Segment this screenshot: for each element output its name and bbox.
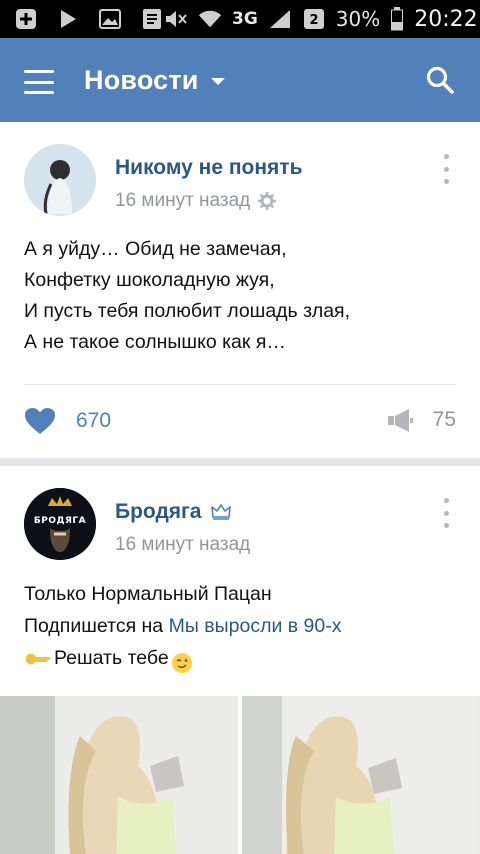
clock: 20:22 <box>414 6 478 32</box>
menu-icon[interactable] <box>24 66 62 94</box>
svg-text:2: 2 <box>309 13 318 28</box>
post-line: Подпишется на Мы выросли в 90-х <box>24 610 464 642</box>
post-line-text: Решать тебе <box>54 647 169 669</box>
like-button[interactable]: 670 <box>24 407 111 435</box>
post-text: А я уйду… Обид не замечая, Конфетку шоко… <box>24 234 464 358</box>
author-name: Никому не понять <box>115 156 303 179</box>
plus-icon <box>14 8 38 30</box>
post-line: А я уйду… Обид не замечая, <box>24 238 287 260</box>
heart-icon <box>24 407 56 435</box>
post-card: Никому не понять 16 минут назад А я уйду… <box>0 122 480 458</box>
gear-icon <box>258 192 277 210</box>
post-author[interactable]: Бродяга <box>115 500 232 524</box>
search-icon[interactable] <box>422 62 458 98</box>
author-name: Бродяга <box>115 500 202 523</box>
post-line: А не такое солнышко как я… <box>24 331 286 353</box>
more-options-icon[interactable] <box>436 498 456 528</box>
share-button[interactable]: 75 <box>387 407 456 433</box>
post-line: Только Нормальный Пацан <box>24 583 272 605</box>
signal-icon <box>268 8 292 30</box>
section-selector[interactable]: Новости <box>84 65 225 96</box>
status-bar: 3G 2 30% 20:22 <box>0 0 480 38</box>
crown-icon <box>211 503 232 521</box>
post-photos <box>0 696 480 854</box>
document-icon <box>140 8 164 30</box>
post-line: И пусть тебя полюбит лошадь злая, <box>24 300 351 322</box>
time-label: 16 минут назад <box>115 534 251 555</box>
sim-icon: 2 <box>302 8 326 30</box>
mute-icon <box>164 8 188 30</box>
post-time: 16 минут назад <box>115 534 250 556</box>
time-label: 16 минут назад <box>115 190 251 211</box>
more-options-icon[interactable] <box>436 154 456 184</box>
wink-emoji-icon <box>171 652 193 674</box>
pointing-hand-icon <box>24 649 52 667</box>
post-line: Конфетку шоколадную жуя, <box>24 269 275 291</box>
caret-down-icon <box>210 77 225 85</box>
battery-icon <box>390 7 404 31</box>
network-type: 3G <box>232 9 258 29</box>
likes-count: 670 <box>76 409 112 432</box>
post-time: 16 минут назад <box>115 190 277 212</box>
megaphone-icon <box>387 407 415 433</box>
play-icon <box>56 8 80 30</box>
image-icon <box>98 8 122 30</box>
wifi-icon <box>198 8 222 30</box>
post-photo[interactable] <box>242 696 480 854</box>
avatar-text: БРОДЯГА <box>33 516 87 526</box>
app-bar: Новости <box>0 38 480 122</box>
post-line: Решать тебе <box>24 642 464 674</box>
post-photo[interactable] <box>0 696 238 854</box>
avatar[interactable]: БРОДЯГА <box>24 488 96 560</box>
post-card: БРОДЯГА Бродяга 16 минут назад Только Но… <box>0 466 480 854</box>
post-text: Только Нормальный Пацан Подпишется на Мы… <box>24 578 464 674</box>
page-title: Новости <box>84 64 199 95</box>
community-link[interactable]: Мы выросли в 90-х <box>169 615 342 637</box>
shares-count: 75 <box>432 408 456 431</box>
divider <box>24 384 456 385</box>
battery-percent: 30% <box>335 7 381 31</box>
post-author[interactable]: Никому не понять <box>115 156 302 180</box>
post-line-text: Подпишется на <box>24 615 169 637</box>
avatar[interactable] <box>24 144 96 216</box>
